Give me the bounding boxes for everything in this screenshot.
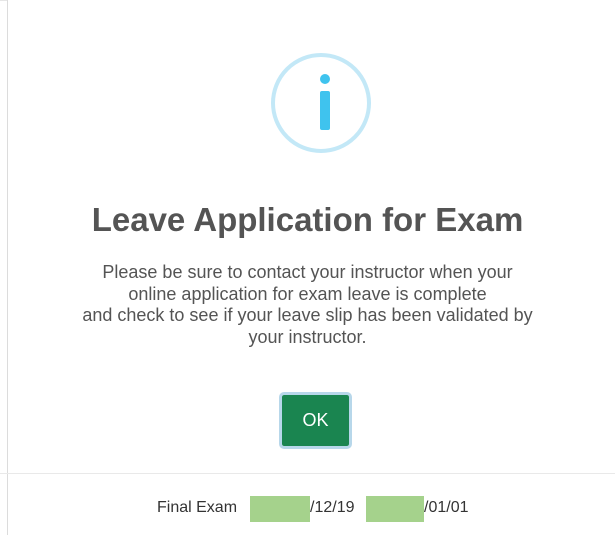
exam-label: Final Exam — [157, 499, 238, 516]
dialog-message-line: and check to see if your leave slip has … — [82, 305, 533, 325]
redacted-date-part — [366, 496, 424, 522]
dialog-message-line: Please be sure to contact your instructo… — [102, 262, 513, 282]
exam-end-date-suffix: /01/01 — [424, 499, 469, 516]
exam-start-date-suffix: /12/19 — [310, 499, 355, 516]
redacted-date-part — [250, 496, 310, 522]
screen: Leave Application for Exam Please be sur… — [0, 0, 615, 535]
dialog-message-line: your instructor. — [248, 326, 367, 347]
background-exam-row: Final Exam /12/19 /01/01 — [0, 496, 615, 522]
dialog-title: Leave Application for Exam — [91, 201, 524, 238]
dialog-message-line: online application for exam leave is com… — [128, 283, 487, 304]
background-divider — [0, 473, 615, 474]
info-icon-dot — [320, 74, 330, 84]
info-icon — [271, 53, 371, 153]
info-icon-stem — [320, 91, 330, 130]
ok-button[interactable]: OK — [279, 392, 352, 449]
dialog-message: Please be sure to contact your instructo… — [0, 262, 615, 348]
